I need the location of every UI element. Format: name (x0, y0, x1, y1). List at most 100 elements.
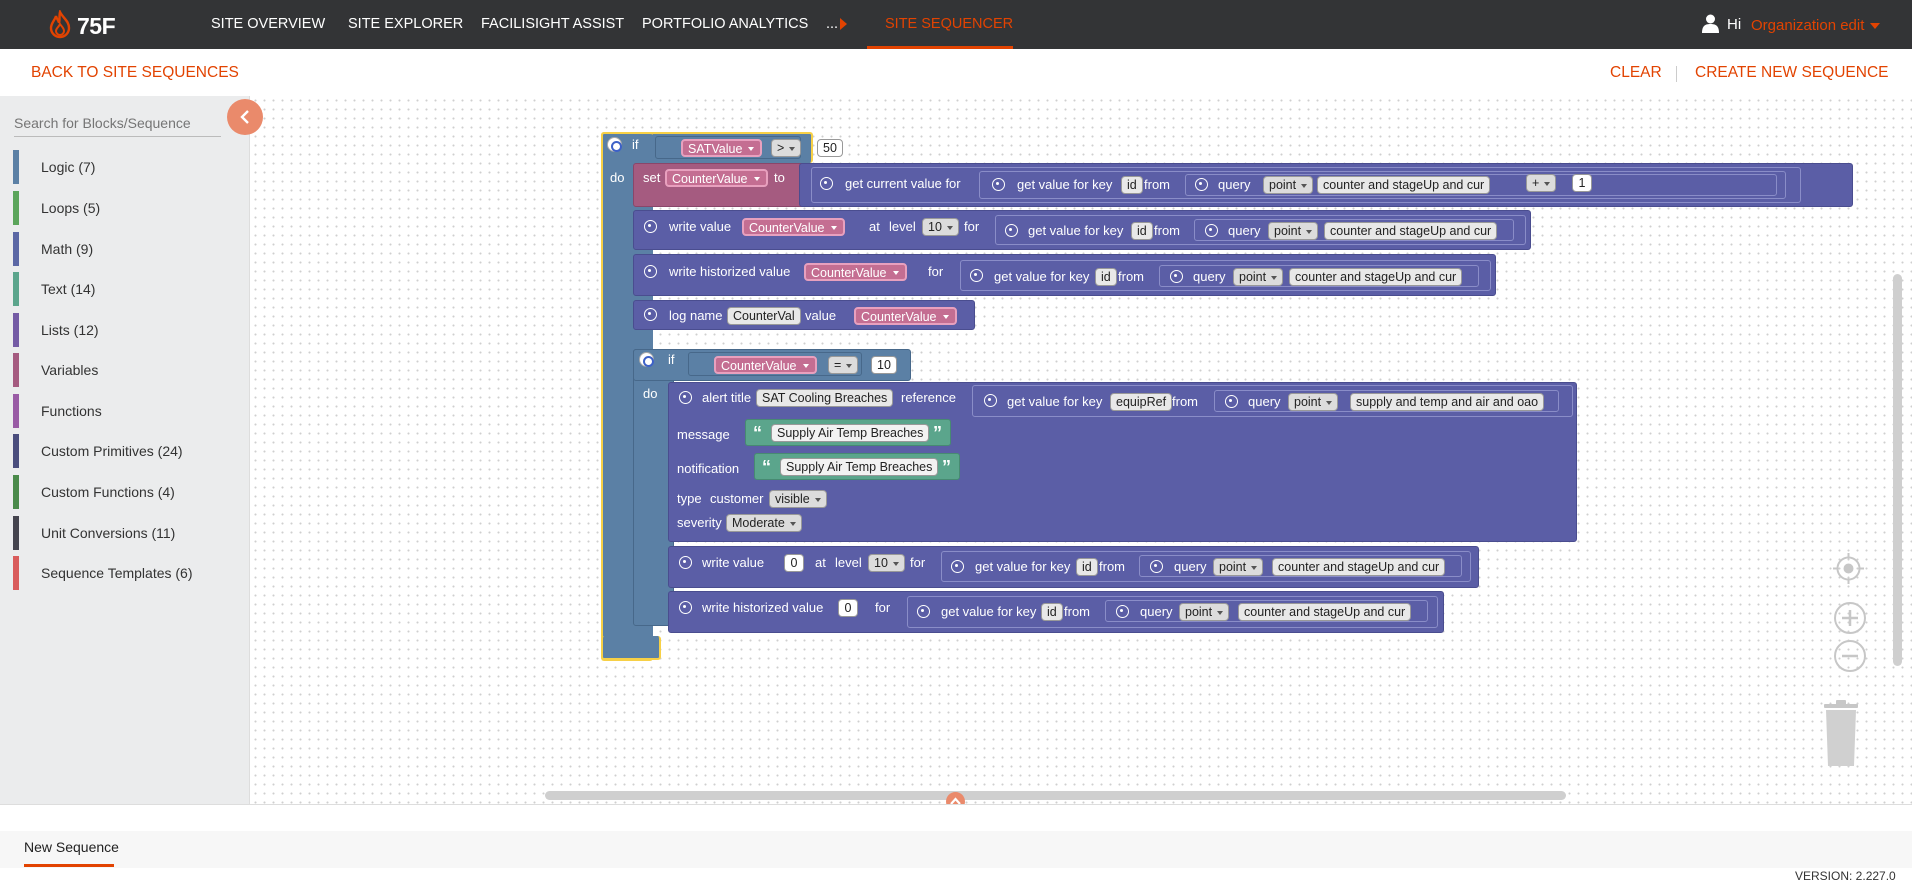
write-historized-label: write historized value (702, 600, 824, 615)
countervalue-variable[interactable]: CounterValue (714, 356, 817, 374)
compare-operator-dropdown[interactable]: > (771, 139, 802, 157)
compare-value-input[interactable]: 50 (817, 139, 843, 157)
block-info-icon (820, 177, 833, 190)
key-id-field[interactable]: id (1095, 268, 1117, 286)
nav-facilisight-assist[interactable]: FACILISIGHT ASSIST (481, 16, 624, 32)
category-item[interactable]: Logic (7) (13, 150, 243, 184)
satvalue-variable[interactable]: SATValue (681, 139, 763, 157)
for-keyword: for (875, 600, 891, 615)
point-dropdown[interactable]: point (1179, 603, 1230, 621)
category-item[interactable]: Math (9) (13, 232, 243, 266)
log-countervalue-variable[interactable]: CounterValue (854, 307, 957, 325)
active-tab-underline (24, 864, 114, 867)
if-gear-icon[interactable] (607, 137, 622, 152)
category-color-bar (13, 353, 19, 387)
notification-text-field[interactable]: Supply Air Temp Breaches (780, 458, 939, 476)
point-dropdown[interactable]: point (1213, 558, 1264, 576)
category-label: Functions (41, 403, 102, 419)
point-dropdown[interactable]: point (1263, 176, 1314, 194)
write-countervalue-variable[interactable]: CounterValue (742, 218, 845, 236)
severity-dropdown[interactable]: Moderate (726, 514, 802, 532)
block-info-icon (992, 178, 1005, 191)
organization-edit-link[interactable]: Organization edit (1751, 17, 1864, 34)
nav-portfolio-analytics[interactable]: PORTFOLIO ANALYTICS (642, 16, 808, 32)
nav-site-explorer[interactable]: SITE EXPLORER (348, 16, 463, 32)
category-item[interactable]: Functions (13, 394, 243, 428)
point-dropdown[interactable]: point (1268, 222, 1319, 240)
point-dropdown[interactable]: point (1288, 393, 1339, 411)
category-item[interactable]: Custom Functions (4) (13, 475, 243, 509)
log-name-field[interactable]: CounterVal (727, 307, 801, 325)
plus-operator-dropdown[interactable]: + (1526, 174, 1557, 192)
block-info-icon (1205, 224, 1218, 237)
write-zero-input[interactable]: 0 (784, 554, 804, 572)
chevron-left-icon (240, 110, 249, 124)
query-text-field[interactable]: counter and stageUp and cur (1324, 222, 1498, 240)
get-value-for-key-label: get value for key (1028, 223, 1124, 238)
block-info-icon (1195, 178, 1208, 191)
message-text-field[interactable]: Supply Air Temp Breaches (771, 424, 930, 442)
category-label: Custom Primitives (24) (41, 443, 183, 459)
block-info-icon (1170, 270, 1183, 283)
blockly-workspace[interactable]: if do SATValue > 50 set CounterValue to … (251, 96, 1912, 804)
key-equipref-field[interactable]: equipRef (1110, 393, 1173, 411)
category-item[interactable]: Custom Primitives (24) (13, 434, 243, 468)
recenter-icon[interactable] (1833, 553, 1864, 584)
alert-title-field[interactable]: SAT Cooling Breaches (756, 389, 894, 407)
at-keyword: at (815, 555, 826, 570)
inner-if-gear-icon[interactable] (639, 352, 654, 367)
value-keyword: value (805, 308, 837, 323)
log-name-label: log name (669, 308, 723, 323)
nav-more-arrow-icon[interactable] (840, 18, 848, 30)
user-icon (1702, 14, 1719, 33)
nav-site-sequencer[interactable]: SITE SEQUENCER (885, 16, 1013, 32)
compare-value-input[interactable]: 10 (871, 356, 897, 374)
create-new-sequence-button[interactable]: CREATE NEW SEQUENCE (1695, 64, 1889, 82)
tab-new-sequence[interactable]: New Sequence (24, 839, 119, 855)
query-text-field[interactable]: counter and stageUp and cur (1272, 558, 1446, 576)
nav-site-overview[interactable]: SITE OVERVIEW (211, 16, 325, 32)
back-to-site-sequences-link[interactable]: BACK TO SITE SEQUENCES (31, 64, 239, 82)
key-id-field[interactable]: id (1041, 603, 1063, 621)
for-keyword: for (928, 264, 944, 279)
block-info-icon (679, 556, 692, 569)
zoom-out-icon[interactable] (1833, 639, 1867, 673)
nav-more[interactable]: ... (826, 16, 838, 32)
historized-zero-input[interactable]: 0 (838, 599, 858, 617)
collapse-toolbox-button[interactable] (227, 99, 263, 135)
category-item[interactable]: Sequence Templates (6) (13, 556, 243, 590)
category-item[interactable]: Unit Conversions (11) (13, 516, 243, 550)
clear-button[interactable]: CLEAR (1610, 64, 1662, 82)
vertical-scrollbar[interactable] (1893, 274, 1902, 666)
query-text-field[interactable]: counter and stageUp and cur (1289, 268, 1463, 286)
key-id-field[interactable]: id (1121, 176, 1143, 194)
trash-icon[interactable] (1820, 700, 1862, 768)
visibility-dropdown[interactable]: visible (769, 490, 827, 508)
zoom-in-icon[interactable] (1833, 601, 1867, 635)
category-item[interactable]: Loops (5) (13, 191, 243, 225)
search-blocks-input[interactable] (14, 110, 221, 137)
if-keyword: if (632, 137, 639, 152)
point-dropdown[interactable]: point (1233, 268, 1284, 286)
org-dropdown-caret-icon[interactable] (1870, 23, 1880, 29)
category-item[interactable]: Variables (13, 353, 243, 387)
category-label: Loops (5) (41, 200, 101, 216)
query-text-field[interactable]: supply and temp and air and oao (1350, 393, 1545, 411)
level-dropdown[interactable]: 10 (922, 218, 959, 236)
historized-countervalue-variable[interactable]: CounterValue (804, 263, 907, 281)
level-dropdown[interactable]: 10 (868, 554, 905, 572)
add-value-input[interactable]: 1 (1572, 174, 1592, 192)
get-value-for-key-label: get value for key (1007, 394, 1103, 409)
category-item[interactable]: Text (14) (13, 272, 243, 306)
get-current-value-label: get current value for (845, 176, 961, 191)
query-text-field[interactable]: counter and stageUp and cur (1238, 603, 1412, 621)
category-item[interactable]: Lists (12) (13, 313, 243, 347)
set-countervalue-variable[interactable]: CounterValue (665, 169, 768, 187)
75f-logo[interactable]: 75F (47, 10, 137, 40)
key-id-field[interactable]: id (1076, 558, 1098, 576)
block-info-icon (1225, 395, 1238, 408)
key-id-field[interactable]: id (1131, 222, 1153, 240)
horizontal-scrollbar[interactable] (545, 791, 1566, 800)
query-text-field[interactable]: counter and stageUp and cur (1317, 176, 1491, 194)
compare-operator-dropdown[interactable]: = (828, 356, 859, 374)
